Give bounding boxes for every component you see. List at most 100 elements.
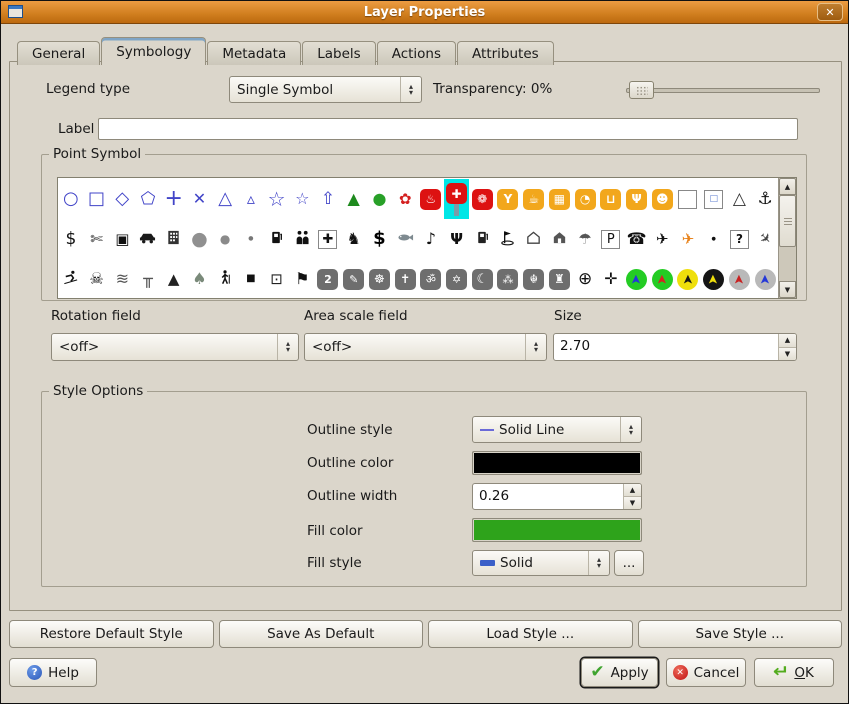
symbol-fuel2[interactable] (469, 219, 495, 259)
symbol-community[interactable]: ⁂ (495, 259, 521, 298)
symbol-airport[interactable]: ✈ (649, 219, 675, 259)
symbol-pub[interactable]: ⊔ (598, 179, 624, 219)
symbol-small-square[interactable]: ■ (238, 259, 264, 298)
symbol-music-note[interactable]: ♪ (418, 219, 444, 259)
symbol-golf[interactable] (495, 219, 521, 259)
symbol-dollar[interactable]: $ (58, 219, 84, 259)
symbol-cross2[interactable]: ✕ (187, 179, 213, 219)
symbol-north-arrow[interactable]: ✛ (598, 259, 624, 298)
titlebar[interactable]: Layer Properties ✕ (1, 1, 848, 24)
symbol-khanda[interactable]: ☬ (521, 259, 547, 298)
size-decrement-icon[interactable] (779, 348, 796, 361)
restore-default-style-button[interactable]: Restore Default Style (9, 620, 214, 648)
symbol-dharma-wheel[interactable]: ☸ (367, 259, 393, 298)
symbol-arrow-black-on-yellow[interactable]: ➤ (675, 259, 701, 298)
tab-attributes[interactable]: Attributes (457, 41, 554, 65)
fill-style-more-button[interactable]: ... (614, 550, 644, 576)
transparency-slider[interactable] (626, 80, 820, 100)
symbol-restaurant2[interactable]: Ψ (444, 219, 470, 259)
symbol-flower[interactable]: ✿ (392, 179, 418, 219)
symbol-dot[interactable]: ● (701, 219, 727, 259)
symbol-first-aid[interactable]: ✚ (315, 219, 341, 259)
outline-style-combo[interactable]: Solid Line (472, 416, 642, 443)
symbol-flag[interactable]: ⚑ (289, 259, 315, 298)
rotation-field-combo[interactable]: <off> (51, 333, 299, 361)
symbol-hospital[interactable]: ✚ (444, 179, 470, 219)
symbol-deciduous-tree[interactable]: ● (367, 179, 393, 219)
symbol-arrow[interactable]: ⇧ (315, 179, 341, 219)
symbol-star-of-david[interactable]: ✡ (444, 259, 470, 298)
tab-symbology[interactable]: Symbology (101, 37, 206, 65)
symbol-arrow-red-on-green[interactable]: ➤ (649, 259, 675, 298)
symbol-fish[interactable] (392, 219, 418, 259)
symbol-parachute[interactable]: ☂ (572, 219, 598, 259)
symbol-circle-small[interactable]: ● (238, 219, 264, 259)
symbol-arrow-red-on-gray[interactable]: ➤ (727, 259, 753, 298)
area-scale-field-combo[interactable]: <off> (304, 333, 547, 361)
tab-labels[interactable]: Labels (302, 41, 375, 65)
tab-actions[interactable]: Actions (377, 41, 456, 65)
symbol-arrow-blue-on-gray[interactable]: ➤ (752, 259, 778, 298)
legend-type-combo[interactable]: Single Symbol (229, 76, 422, 103)
symbol-museum[interactable]: ♜ (547, 259, 573, 298)
tab-general[interactable]: General (17, 41, 100, 65)
ok-button[interactable]: ↵ OK (754, 658, 834, 687)
fill-color-swatch[interactable] (472, 518, 642, 542)
fill-style-combo[interactable]: Solid (472, 550, 610, 576)
symbol-count[interactable]: ✎ (341, 259, 367, 298)
label-input[interactable] (98, 118, 798, 140)
outline-width-spinbox[interactable]: 0.26 (472, 483, 642, 510)
symbol-pray[interactable]: 2 (315, 259, 341, 298)
scrollbar-thumb[interactable] (779, 195, 796, 247)
symbol-arrow-blue-on-green[interactable]: ➤ (624, 259, 650, 298)
symbol-rectangle[interactable]: □ (84, 179, 110, 219)
symbol-bar[interactable]: Y (495, 179, 521, 219)
symbol-house[interactable] (547, 219, 573, 259)
symbol-anchor[interactable]: ⚓ (752, 179, 778, 219)
symbol-circle[interactable]: ○ (58, 179, 84, 219)
symbol-regular-star[interactable]: ☆ (289, 179, 315, 219)
symbol-pizzeria[interactable]: ◔ (572, 179, 598, 219)
symbol-crescent[interactable]: ☾ (469, 259, 495, 298)
symbol-swimmer[interactable]: ≋ (109, 259, 135, 298)
outline-width-increment-icon[interactable] (624, 484, 641, 497)
symbol-telephone[interactable]: ☎ (624, 219, 650, 259)
outline-width-decrement-icon[interactable] (624, 497, 641, 509)
symbol-question[interactable]: ? (727, 219, 753, 259)
close-button[interactable]: ✕ (817, 3, 843, 21)
symbol-equilateral-triangle[interactable]: ▵ (238, 179, 264, 219)
symbol-smile[interactable]: ☻ (649, 179, 675, 219)
symbol-camera[interactable]: ▣ (109, 219, 135, 259)
symbol-fuel[interactable] (264, 219, 290, 259)
symbol-red-star[interactable]: ❁ (469, 179, 495, 219)
cancel-button[interactable]: ✕ Cancel (666, 658, 746, 687)
scroll-up-icon[interactable] (779, 178, 796, 195)
symbol-skier[interactable] (58, 259, 84, 298)
symbol-cross[interactable]: + (161, 179, 187, 219)
symbol-circle-medium[interactable]: ● (212, 219, 238, 259)
symbol-airport-orange[interactable]: ✈ (675, 219, 701, 259)
symbol-building[interactable] (161, 219, 187, 259)
symbol-hiker[interactable] (212, 259, 238, 298)
symbol-teepee[interactable]: ▲ (161, 259, 187, 298)
load-style-button[interactable]: Load Style ... (428, 620, 633, 648)
symbol-tv[interactable]: ⊡ (264, 259, 290, 298)
help-button[interactable]: ? Help (9, 658, 97, 687)
symbol-cinema[interactable]: ▦ (547, 179, 573, 219)
symbol-scrollbar[interactable] (778, 178, 796, 298)
symbol-circle-large[interactable]: ● (187, 219, 213, 259)
symbol-fire[interactable]: ♨ (418, 179, 444, 219)
save-style-button[interactable]: Save Style ... (638, 620, 843, 648)
symbol-arrow-yellow-on-black[interactable]: ➤ (701, 259, 727, 298)
symbol-cafe[interactable]: ☕ (521, 179, 547, 219)
symbol-skull[interactable]: ☠ (84, 259, 110, 298)
symbol-knife[interactable]: ✄ (84, 219, 110, 259)
size-increment-icon[interactable] (779, 334, 796, 348)
symbol-house-outline[interactable] (521, 219, 547, 259)
outline-color-swatch[interactable] (472, 451, 642, 475)
symbol-dollar-bold[interactable]: $ (367, 219, 393, 259)
slider-handle[interactable] (629, 81, 654, 99)
symbol-triangle[interactable]: △ (212, 179, 238, 219)
symbol-restaurant[interactable]: Ψ (624, 179, 650, 219)
symbol-landing-strip[interactable]: ✈ (752, 219, 778, 259)
